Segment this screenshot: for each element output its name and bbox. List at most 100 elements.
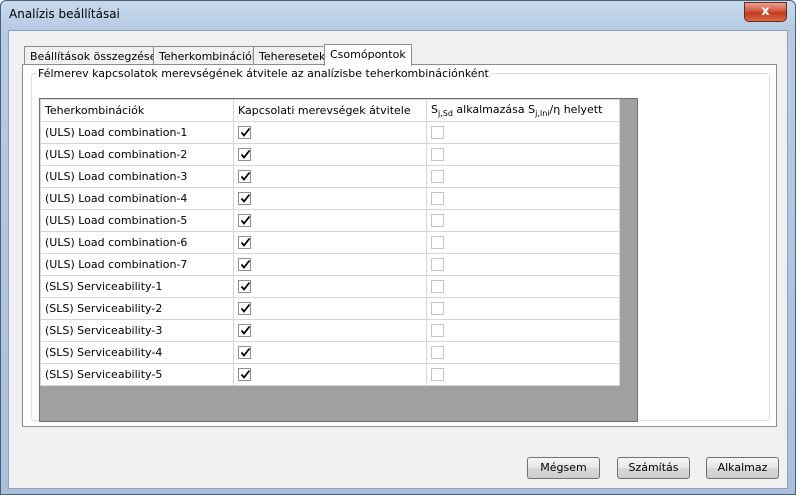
transfer-checkbox[interactable] (238, 280, 251, 294)
combination-name: (ULS) Load combination-7 (40, 253, 234, 276)
tab-load-cases[interactable]: Teheresetek (253, 46, 332, 65)
checkmark-icon (240, 304, 251, 314)
close-icon: x (761, 4, 770, 19)
transfer-cell (233, 319, 427, 342)
combination-name: (ULS) Load combination-4 (40, 187, 234, 210)
use-sjsd-checkbox[interactable] (431, 170, 444, 184)
table-row[interactable]: (ULS) Load combination-2 (40, 143, 620, 166)
column-header-transfer[interactable]: Kapcsolati merevségek átvitele (233, 99, 427, 122)
use-sjsd-checkbox[interactable] (431, 214, 444, 228)
grid-header-row: Teherkombinációk Kapcsolati merevségek á… (40, 99, 620, 122)
header-mid: alkalmazása S (452, 102, 536, 116)
table-row[interactable]: (ULS) Load combination-1 (40, 121, 620, 144)
apply-button[interactable]: Alkalmaz (706, 457, 779, 479)
table-row[interactable]: (SLS) Serviceability-5 (40, 363, 620, 386)
combinations-grid: Teherkombinációk Kapcsolati merevségek á… (39, 98, 638, 422)
column-header-use-sjsd[interactable]: Sj,Sd alkalmazása Sj,Ini/η helyett (426, 99, 620, 122)
table-row[interactable]: (ULS) Load combination-6 (40, 231, 620, 254)
transfer-cell (233, 209, 427, 232)
use-sjsd-cell (426, 165, 620, 188)
close-button[interactable]: x (744, 2, 787, 22)
groupbox-legend: Félmerev kapcsolatok merevségének átvite… (36, 67, 491, 80)
use-sjsd-cell (426, 143, 620, 166)
transfer-checkbox[interactable] (238, 170, 251, 184)
transfer-cell (233, 165, 427, 188)
use-sjsd-checkbox[interactable] (431, 148, 444, 162)
transfer-checkbox[interactable] (238, 192, 251, 206)
checkmark-icon (240, 370, 251, 380)
use-sjsd-checkbox[interactable] (431, 346, 444, 360)
combination-name: (SLS) Serviceability-5 (40, 363, 234, 386)
transfer-cell (233, 187, 427, 210)
transfer-cell (233, 253, 427, 276)
use-sjsd-checkbox[interactable] (431, 368, 444, 382)
transfer-checkbox[interactable] (238, 324, 251, 338)
checkmark-icon (240, 150, 251, 160)
title-bar[interactable]: Analízis beállításai x (1, 1, 795, 30)
use-sjsd-checkbox[interactable] (431, 192, 444, 206)
table-row[interactable]: (ULS) Load combination-4 (40, 187, 620, 210)
transfer-cell (233, 297, 427, 320)
use-sjsd-checkbox[interactable] (431, 324, 444, 338)
transfer-checkbox[interactable] (238, 302, 251, 316)
use-sjsd-checkbox[interactable] (431, 302, 444, 316)
checkmark-icon (240, 216, 251, 226)
tab-settings-summary[interactable]: Beállítások összegzése (24, 46, 163, 65)
use-sjsd-checkbox[interactable] (431, 258, 444, 272)
use-sjsd-checkbox[interactable] (431, 126, 444, 140)
checkmark-icon (240, 194, 251, 204)
use-sjsd-cell (426, 121, 620, 144)
window-title: Analízis beállításai (9, 7, 120, 21)
transfer-checkbox[interactable] (238, 368, 251, 382)
table-row[interactable]: (SLS) Serviceability-3 (40, 319, 620, 342)
tab-nodes[interactable]: Csomópontok (324, 44, 412, 66)
use-sjsd-cell (426, 363, 620, 386)
grid-table: Teherkombinációk Kapcsolati merevségek á… (40, 99, 620, 386)
use-sjsd-cell (426, 253, 620, 276)
header-end: /η helyett (549, 102, 603, 116)
combination-name: (ULS) Load combination-1 (40, 121, 234, 144)
dialog-window: Analízis beállításai x Beállítások össze… (0, 0, 796, 495)
table-row[interactable]: (SLS) Serviceability-4 (40, 341, 620, 364)
checkmark-icon (240, 128, 251, 138)
table-row[interactable]: (ULS) Load combination-3 (40, 165, 620, 188)
table-row[interactable]: (ULS) Load combination-5 (40, 209, 620, 232)
transfer-cell (233, 275, 427, 298)
transfer-cell (233, 341, 427, 364)
column-header-combinations[interactable]: Teherkombinációk (40, 99, 234, 122)
transfer-checkbox[interactable] (238, 214, 251, 228)
checkmark-icon (240, 326, 251, 336)
checkmark-icon (240, 282, 251, 292)
tab-panel-nodes: Félmerev kapcsolatok merevségének átvite… (22, 64, 777, 427)
combination-name: (ULS) Load combination-3 (40, 165, 234, 188)
cancel-button[interactable]: Mégsem (527, 457, 600, 479)
semirigid-groupbox: Félmerev kapcsolatok merevségének átvite… (31, 67, 770, 422)
transfer-checkbox[interactable] (238, 236, 251, 250)
header-s1: S (431, 102, 438, 116)
use-sjsd-checkbox[interactable] (431, 280, 444, 294)
calculate-button[interactable]: Számítás (617, 457, 690, 479)
table-row[interactable]: (SLS) Serviceability-2 (40, 297, 620, 320)
checkmark-icon (240, 172, 251, 182)
header-sub1: j,Sd (437, 109, 453, 119)
use-sjsd-cell (426, 275, 620, 298)
use-sjsd-checkbox[interactable] (431, 236, 444, 250)
combination-name: (SLS) Serviceability-1 (40, 275, 234, 298)
table-row[interactable]: (SLS) Serviceability-1 (40, 275, 620, 298)
use-sjsd-cell (426, 209, 620, 232)
combination-name: (SLS) Serviceability-3 (40, 319, 234, 342)
table-row[interactable]: (ULS) Load combination-7 (40, 253, 620, 276)
combination-name: (SLS) Serviceability-2 (40, 297, 234, 320)
transfer-checkbox[interactable] (238, 258, 251, 272)
checkmark-icon (240, 260, 251, 270)
transfer-checkbox[interactable] (238, 346, 251, 360)
dialog-body: Beállítások összegzése Teherkombinációk … (8, 30, 788, 489)
transfer-cell (233, 231, 427, 254)
checkmark-icon (240, 238, 251, 248)
transfer-checkbox[interactable] (238, 148, 251, 162)
use-sjsd-cell (426, 297, 620, 320)
combination-name: (ULS) Load combination-2 (40, 143, 234, 166)
transfer-cell (233, 363, 427, 386)
tab-load-combinations[interactable]: Teherkombinációk (153, 46, 265, 65)
transfer-checkbox[interactable] (238, 126, 251, 140)
